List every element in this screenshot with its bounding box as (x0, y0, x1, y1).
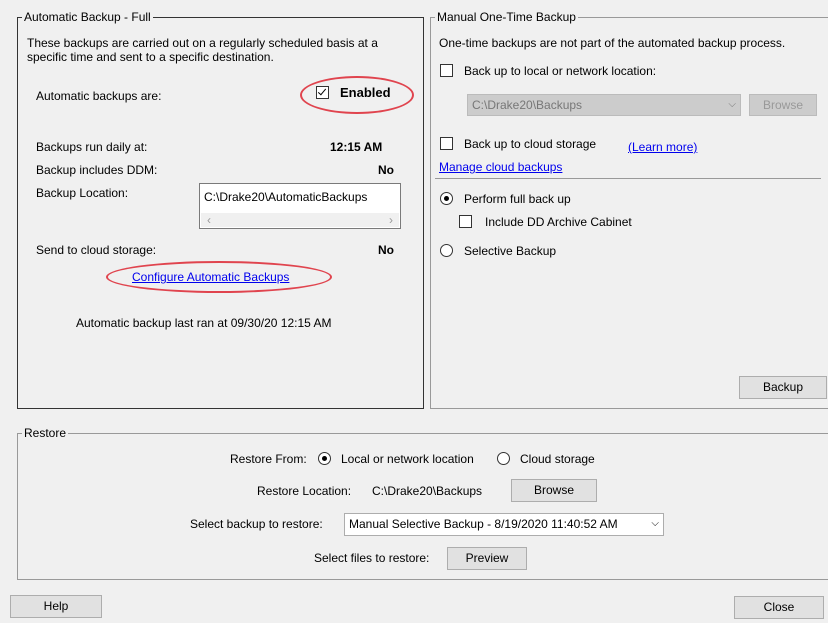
select-backup-value: Manual Selective Backup - 8/19/2020 11:4… (349, 517, 618, 531)
send-to-cloud-label: Send to cloud storage: (36, 243, 157, 257)
select-backup-label: Select backup to restore: (190, 517, 323, 531)
cloud-backup-checkbox-icon[interactable] (440, 137, 453, 150)
send-to-cloud-value: No (378, 243, 394, 257)
restore-browse-button[interactable]: Browse (511, 479, 597, 502)
scroll-left-icon[interactable]: ‹ (207, 213, 211, 227)
manual-browse-button[interactable]: Browse (749, 94, 817, 116)
auto-backup-description-line1: These backups are carried out on a regul… (27, 36, 378, 50)
select-files-label: Select files to restore: (314, 551, 430, 565)
chevron-down-icon[interactable]: ⌵ (651, 514, 659, 534)
full-backup-label: Perform full back up (464, 192, 571, 206)
learn-more-link[interactable]: (Learn more) (628, 140, 697, 154)
restore-local-radio-icon[interactable] (318, 452, 331, 465)
restore-location-label: Restore Location: (257, 484, 352, 498)
backup-path-value: C:\Drake20\Backups (472, 98, 583, 112)
close-button[interactable]: Close (734, 596, 824, 619)
manual-backup-description: One-time backups are not part of the aut… (439, 36, 786, 50)
help-button[interactable]: Help (10, 595, 102, 618)
auto-backup-title: Automatic Backup - Full (22, 10, 153, 24)
enabled-label: Enabled (340, 85, 391, 100)
restore-from-label: Restore From: (230, 452, 307, 466)
chevron-down-icon[interactable]: ⌵ (728, 95, 736, 115)
enabled-checkbox-icon[interactable] (316, 86, 329, 99)
restore-cloud-label: Cloud storage (520, 452, 595, 466)
local-backup-checkbox-icon[interactable] (440, 64, 453, 77)
local-backup-label: Back up to local or network location: (464, 64, 657, 78)
selective-backup-radio-icon[interactable] (440, 244, 453, 257)
manual-backup-title: Manual One-Time Backup (435, 10, 578, 24)
preview-button[interactable]: Preview (447, 547, 527, 570)
run-daily-value: 12:15 AM (330, 140, 383, 154)
scroll-right-icon[interactable]: › (389, 213, 393, 227)
select-backup-combo[interactable]: Manual Selective Backup - 8/19/2020 11:4… (344, 513, 664, 536)
backup-location-label: Backup Location: (36, 186, 129, 200)
backup-location-field[interactable]: C:\Drake20\AutomaticBackups ‹ › (199, 183, 401, 229)
selective-backup-label: Selective Backup (464, 244, 557, 258)
run-daily-label: Backups run daily at: (36, 140, 148, 154)
backup-location-scrollbar[interactable]: ‹ › (201, 213, 399, 227)
manage-cloud-backups-link[interactable]: Manage cloud backups (439, 160, 562, 174)
ddm-value: No (378, 163, 394, 177)
restore-location-value: C:\Drake20\Backups (372, 484, 483, 498)
restore-cloud-radio-icon[interactable] (497, 452, 510, 465)
ddm-label: Backup includes DDM: (36, 163, 158, 177)
archive-cabinet-label: Include DD Archive Cabinet (485, 215, 632, 229)
last-ran-text: Automatic backup last ran at 09/30/20 12… (76, 316, 332, 330)
archive-cabinet-checkbox-icon[interactable] (459, 215, 472, 228)
configure-automatic-backups-link[interactable]: Configure Automatic Backups (132, 270, 289, 284)
restore-local-label: Local or network location (341, 452, 474, 466)
backup-button[interactable]: Backup (739, 376, 827, 399)
auto-backup-description-line2: specific time and sent to a specific des… (27, 50, 274, 64)
backup-location-value: C:\Drake20\AutomaticBackups (204, 190, 368, 204)
auto-backup-status-label: Automatic backups are: (36, 89, 162, 103)
cloud-backup-label: Back up to cloud storage (464, 137, 597, 151)
backup-path-combo[interactable]: C:\Drake20\Backups ⌵ (467, 94, 741, 116)
manual-backup-separator (435, 178, 821, 179)
restore-title: Restore (22, 426, 69, 440)
full-backup-radio-icon[interactable] (440, 192, 453, 205)
